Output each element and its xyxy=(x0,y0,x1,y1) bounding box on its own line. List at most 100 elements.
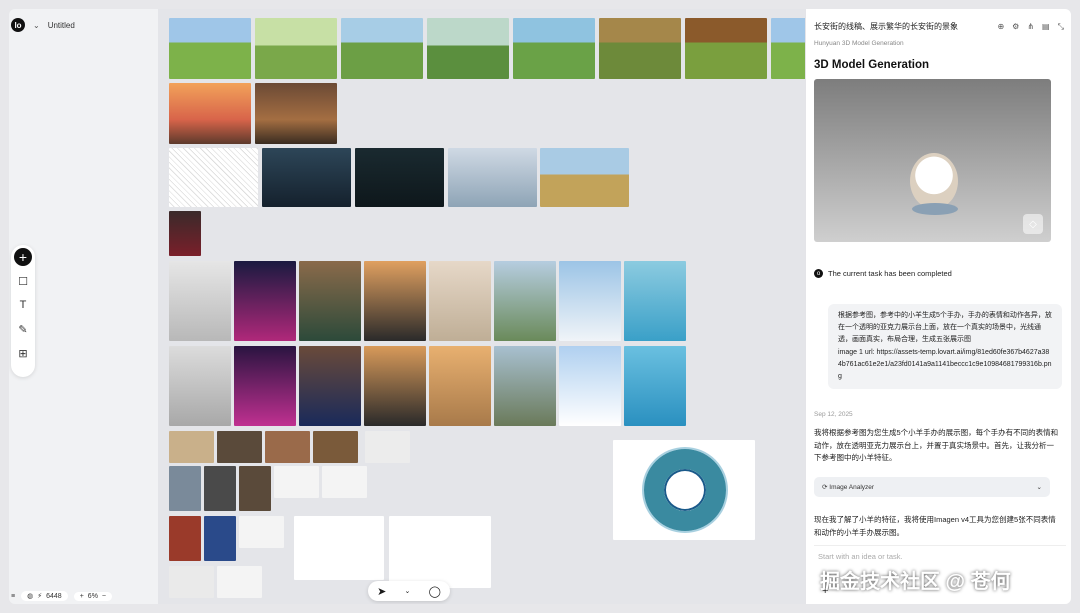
canvas-image[interactable] xyxy=(169,466,201,511)
canvas-image[interactable] xyxy=(262,148,351,207)
canvas-image[interactable] xyxy=(429,261,491,341)
cube-icon[interactable]: ◇ xyxy=(1023,214,1043,234)
model-base xyxy=(912,203,958,215)
zoom-level: 6% xyxy=(87,592,98,600)
document-title[interactable]: Untitled xyxy=(48,21,75,30)
canvas-image[interactable] xyxy=(613,440,755,540)
globe-icon: ◍ xyxy=(27,593,34,600)
canvas-image[interactable] xyxy=(239,466,271,511)
canvas-image[interactable] xyxy=(355,148,444,207)
canvas-image[interactable] xyxy=(299,346,361,426)
chevron-down-icon[interactable]: ⌄ xyxy=(33,21,40,30)
canvas-image[interactable] xyxy=(365,431,410,463)
archive-icon[interactable]: ▤ xyxy=(1042,22,1050,32)
canvas-image[interactable] xyxy=(169,211,201,256)
canvas-toolbar: + ☐ T ✎ ⊞ xyxy=(11,245,35,377)
plus-icon[interactable]: + xyxy=(14,248,32,266)
canvas-image[interactable] xyxy=(559,261,621,341)
tool-icon: ⟳ xyxy=(822,484,828,491)
canvas-image[interactable] xyxy=(234,261,296,341)
canvas-tools-fab: ➤ ⌄ ◯ xyxy=(368,581,450,601)
canvas-image[interactable] xyxy=(771,18,806,79)
canvas-image[interactable] xyxy=(364,346,426,426)
canvas-image[interactable] xyxy=(239,516,284,548)
zoom-control[interactable]: + 6% − xyxy=(73,591,113,601)
canvas-image[interactable] xyxy=(624,346,686,426)
canvas-board[interactable] xyxy=(158,9,806,604)
new-chat-icon[interactable]: ⊕ xyxy=(997,22,1004,32)
zoom-in-icon[interactable]: + xyxy=(80,593,84,600)
canvas-image[interactable] xyxy=(169,566,214,598)
app-window: lo ⌄ Untitled + ☐ T ✎ ⊞ ≡ ◍ ⚡ 6448 + 6% … xyxy=(9,9,1071,604)
panel-header: 长安街的线稿、展示繁华的长安街的景象 ⊕ ⚙ ⋔ ▤ ⤡ xyxy=(814,21,1064,32)
text-icon[interactable]: T xyxy=(14,296,32,314)
canvas-image[interactable] xyxy=(599,18,681,79)
canvas-image[interactable] xyxy=(494,346,556,426)
task-status-text: The current task has been completed xyxy=(828,269,952,278)
cursor-icon[interactable]: ➤ xyxy=(377,585,386,598)
collapse-icon[interactable]: ⤡ xyxy=(1058,22,1064,32)
square-icon[interactable]: ☐ xyxy=(14,272,32,290)
chevron-down-icon[interactable]: ⌄ xyxy=(1037,483,1042,491)
canvas-image[interactable] xyxy=(540,148,629,207)
canvas-image[interactable] xyxy=(169,346,231,426)
credits-badge[interactable]: ◍ ⚡ 6448 xyxy=(21,591,68,601)
canvas-image[interactable] xyxy=(624,261,686,341)
canvas-image[interactable] xyxy=(427,18,509,79)
canvas-image[interactable] xyxy=(169,18,251,79)
canvas-image[interactable] xyxy=(204,466,236,511)
canvas-image[interactable] xyxy=(204,516,236,561)
zoom-out-icon[interactable]: − xyxy=(102,593,106,600)
agent-avatar-icon: o xyxy=(814,269,823,278)
layers-icon[interactable]: ≡ xyxy=(11,593,15,600)
canvas-image[interactable] xyxy=(559,346,621,426)
3d-model-preview[interactable]: ◇ xyxy=(814,79,1051,242)
canvas-image[interactable] xyxy=(494,261,556,341)
bolt-icon: ⚡ xyxy=(37,593,43,600)
share-icon[interactable]: ⋔ xyxy=(1027,22,1034,32)
canvas-image[interactable] xyxy=(429,346,491,426)
canvas-image[interactable] xyxy=(299,261,361,341)
canvas-image[interactable] xyxy=(341,18,423,79)
canvas-image[interactable] xyxy=(265,431,310,463)
canvas-image[interactable] xyxy=(255,83,337,144)
tool-label: Image Analyzer xyxy=(829,484,875,491)
canvas-image[interactable] xyxy=(294,516,384,580)
result-heading: 3D Model Generation xyxy=(814,59,930,71)
canvas-image[interactable] xyxy=(169,83,251,144)
canvas-image[interactable] xyxy=(217,566,262,598)
canvas-image[interactable] xyxy=(685,18,767,79)
credits-count: 6448 xyxy=(46,592,62,600)
tool-call-card[interactable]: ⟳ Image Analyzer ⌄ xyxy=(814,477,1050,497)
canvas-image[interactable] xyxy=(234,346,296,426)
pen-icon[interactable]: ✎ xyxy=(14,320,32,338)
canvas-image[interactable] xyxy=(322,466,367,498)
layout-icon[interactable]: ⊞ xyxy=(14,344,32,362)
canvas-image[interactable] xyxy=(364,261,426,341)
canvas-image[interactable] xyxy=(255,18,337,79)
watermark: 掘金技术社区 @ 苍何 xyxy=(820,571,1011,593)
canvas-image[interactable] xyxy=(313,431,358,463)
bottom-bar: ≡ ◍ ⚡ 6448 + 6% − xyxy=(9,588,113,604)
ring-render xyxy=(644,449,726,531)
canvas-image[interactable] xyxy=(169,261,231,341)
canvas-image[interactable] xyxy=(169,516,201,561)
canvas-image[interactable] xyxy=(169,148,258,207)
panel-title: 长安街的线稿、展示繁华的长安街的景象 xyxy=(814,22,958,31)
chat-panel: 长安街的线稿、展示繁华的长安街的景象 ⊕ ⚙ ⋔ ▤ ⤡ Hunyuan 3D … xyxy=(805,9,1071,604)
model-subtitle: Hunyuan 3D Model Generation xyxy=(814,40,904,47)
canvas-image[interactable] xyxy=(274,466,319,498)
assistant-reply-2: 现在我了解了小羊的特征，我将使用Imagen v4工具为您创建5张不同表情和动作… xyxy=(814,515,1056,537)
lovart-logo-icon[interactable]: lo xyxy=(11,18,25,32)
settings-icon[interactable]: ⚙ xyxy=(1012,22,1019,32)
chat-bubble-icon[interactable]: ◯ xyxy=(429,585,441,598)
chevron-down-icon[interactable]: ⌄ xyxy=(405,587,411,595)
file-menu[interactable]: lo ⌄ Untitled xyxy=(11,15,75,35)
canvas-image[interactable] xyxy=(389,516,491,588)
canvas-image[interactable] xyxy=(448,148,537,207)
chat-input-placeholder: Start with an idea or task. xyxy=(818,552,903,561)
assistant-reply: 我将根据参考图为您生成5个小羊手办的展示图，每个手办有不同的表情和动作，放在透明… xyxy=(814,428,1059,462)
canvas-image[interactable] xyxy=(217,431,262,463)
canvas-image[interactable] xyxy=(169,431,214,463)
canvas-image[interactable] xyxy=(513,18,595,79)
